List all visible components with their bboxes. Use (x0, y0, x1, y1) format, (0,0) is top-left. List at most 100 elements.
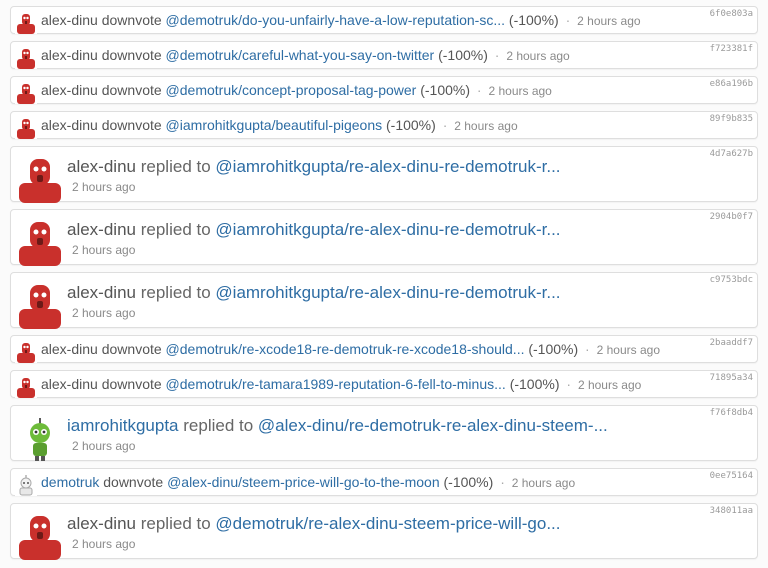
timestamp: 2 hours ago (596, 343, 660, 357)
action-text: downvote (101, 117, 162, 133)
post-link[interactable]: @demotruk/do-you-unfairly-have-a-low-rep… (166, 12, 505, 28)
timestamp: 2 hours ago (577, 14, 641, 28)
action-text: downvote (101, 47, 162, 63)
feed-item-reply: alex-dinu replied to @iamrohitkgupta/re-… (10, 146, 758, 203)
feed-item-text: alex-dinu replied to @iamrohitkgupta/re-… (67, 282, 561, 304)
username-link[interactable]: alex-dinu (41, 376, 98, 392)
timestamp: 2 hours ago (506, 49, 570, 63)
timestamp: 2 hours ago (72, 180, 136, 194)
action-text: replied to (140, 514, 211, 533)
post-link[interactable]: @iamrohitkgupta/beautiful-pigeons (166, 117, 383, 133)
post-link[interactable]: @iamrohitkgupta/re-alex-dinu-re-demotruk… (215, 157, 560, 176)
feed-item-vote: alex-dinu downvote @demotruk/re-xcode18-… (10, 335, 758, 363)
tx-hash[interactable]: 71895a34 (710, 373, 753, 383)
vote-percent: (-100%) (386, 117, 436, 133)
feed-item-text: alex-dinu downvote @demotruk/do-you-unfa… (41, 11, 641, 31)
username-link[interactable]: alex-dinu (67, 514, 136, 533)
feed-item-vote: alex-dinu downvote @demotruk/re-tamara19… (10, 370, 758, 398)
separator: · (565, 12, 571, 28)
username-link[interactable]: alex-dinu (41, 117, 98, 133)
vote-percent: (-100%) (508, 12, 559, 28)
action-text: downvote (101, 376, 162, 392)
vote-percent: (-100%) (438, 47, 488, 63)
post-link[interactable]: @alex-dinu/steem-price-will-go-to-the-mo… (167, 474, 440, 490)
feed-item-text: alex-dinu downvote @demotruk/careful-wha… (41, 46, 570, 66)
username-link[interactable]: alex-dinu (41, 12, 98, 28)
red-robot-avatar-icon[interactable] (15, 283, 65, 329)
username-link[interactable]: alex-dinu (41, 341, 98, 357)
feed-item-vote: alex-dinu downvote @demotruk/concept-pro… (10, 76, 758, 104)
feed-item-text: alex-dinu replied to @iamrohitkgupta/re-… (67, 219, 561, 241)
tx-hash[interactable]: f723381f (710, 44, 753, 54)
feed-item-reply: alex-dinu replied to @demotruk/re-alex-d… (10, 503, 758, 560)
tx-hash[interactable]: 89f9b835 (710, 114, 753, 124)
username-link[interactable]: alex-dinu (67, 283, 136, 302)
white-robot-avatar-icon[interactable] (15, 474, 37, 496)
post-link[interactable]: @iamrohitkgupta/re-alex-dinu-re-demotruk… (215, 283, 560, 302)
tx-hash[interactable]: f76f8db4 (710, 408, 753, 418)
separator: · (500, 474, 505, 490)
tx-hash[interactable]: 0ee75164 (710, 471, 753, 481)
post-link[interactable]: @alex-dinu/re-demotruk-re-alex-dinu-stee… (258, 416, 608, 435)
red-robot-avatar-icon[interactable] (15, 514, 65, 560)
vote-percent: (-100%) (509, 376, 560, 392)
red-robot-avatar-icon[interactable] (15, 82, 37, 104)
feed-item-vote: alex-dinu downvote @iamrohitkgupta/beaut… (10, 111, 758, 139)
action-text: downvote (101, 341, 162, 357)
activity-feed: alex-dinu downvote @demotruk/do-you-unfa… (0, 0, 768, 568)
feed-item-reply: alex-dinu replied to @iamrohitkgupta/re-… (10, 272, 758, 329)
action-text: downvote (103, 474, 164, 490)
username-link[interactable]: alex-dinu (41, 47, 98, 63)
action-text: replied to (183, 416, 254, 435)
post-link[interactable]: @demotruk/careful-what-you-say-on-twitte… (166, 47, 435, 63)
separator: · (494, 47, 500, 63)
post-link[interactable]: @demotruk/re-alex-dinu-steem-price-will-… (215, 514, 560, 533)
red-robot-avatar-icon[interactable] (15, 376, 37, 398)
username-link[interactable]: alex-dinu (41, 82, 98, 98)
red-robot-avatar-icon[interactable] (15, 220, 65, 266)
feed-item-text: iamrohitkgupta replied to @alex-dinu/re-… (67, 415, 608, 437)
feed-item-vote: demotruk downvote @alex-dinu/steem-price… (10, 468, 758, 496)
tx-hash[interactable]: 6f0e803a (710, 9, 753, 19)
username-link[interactable]: alex-dinu (67, 220, 136, 239)
feed-item-reply: alex-dinu replied to @iamrohitkgupta/re-… (10, 209, 758, 266)
feed-item-text: alex-dinu downvote @demotruk/re-tamara19… (41, 375, 641, 395)
post-link[interactable]: @demotruk/concept-proposal-tag-power (166, 82, 417, 98)
feed-item-text: alex-dinu replied to @demotruk/re-alex-d… (67, 513, 561, 535)
tx-hash[interactable]: 2baaddf7 (710, 338, 753, 348)
timestamp: 2 hours ago (488, 84, 552, 98)
tx-hash[interactable]: 2904b0f7 (710, 212, 753, 222)
timestamp: 2 hours ago (72, 537, 136, 551)
separator: · (442, 117, 448, 133)
timestamp: 2 hours ago (577, 378, 642, 392)
vote-percent: (-100%) (528, 341, 579, 357)
vote-percent: (-100%) (420, 82, 471, 98)
post-link[interactable]: @demotruk/re-xcode18-re-demotruk-re-xcod… (166, 341, 525, 357)
post-link[interactable]: @demotruk/re-tamara1989-reputation-6-fel… (166, 376, 506, 392)
username-link[interactable]: alex-dinu (67, 157, 136, 176)
username-link[interactable]: demotruk (41, 474, 99, 490)
tx-hash[interactable]: 4d7a627b (710, 149, 753, 159)
red-robot-avatar-icon[interactable] (15, 47, 37, 69)
username-link[interactable]: iamrohitkgupta (67, 416, 179, 435)
red-robot-avatar-icon[interactable] (15, 117, 37, 139)
tx-hash[interactable]: 348011aa (710, 506, 753, 516)
feed-item-reply: iamrohitkgupta replied to @alex-dinu/re-… (10, 405, 758, 461)
action-text: downvote (101, 12, 162, 28)
feed-item-vote: alex-dinu downvote @demotruk/do-you-unfa… (10, 6, 758, 34)
tx-hash[interactable]: c9753bdc (710, 275, 753, 285)
feed-item-text: alex-dinu downvote @iamrohitkgupta/beaut… (41, 116, 518, 136)
tx-hash[interactable]: e86a196b (710, 79, 753, 89)
feed-item-text: demotruk downvote @alex-dinu/steem-price… (41, 473, 575, 493)
red-robot-avatar-icon[interactable] (15, 157, 65, 203)
timestamp: 2 hours ago (511, 476, 576, 490)
feed-item-text: alex-dinu downvote @demotruk/concept-pro… (41, 81, 552, 101)
vote-percent: (-100%) (443, 474, 494, 490)
feed-item-text: alex-dinu downvote @demotruk/re-xcode18-… (41, 340, 660, 360)
post-link[interactable]: @iamrohitkgupta/re-alex-dinu-re-demotruk… (215, 220, 560, 239)
green-robot-avatar-icon[interactable] (15, 416, 65, 462)
red-robot-avatar-icon[interactable] (15, 12, 37, 34)
feed-item-vote: alex-dinu downvote @demotruk/careful-wha… (10, 41, 758, 69)
separator: · (476, 82, 482, 98)
red-robot-avatar-icon[interactable] (15, 341, 37, 363)
